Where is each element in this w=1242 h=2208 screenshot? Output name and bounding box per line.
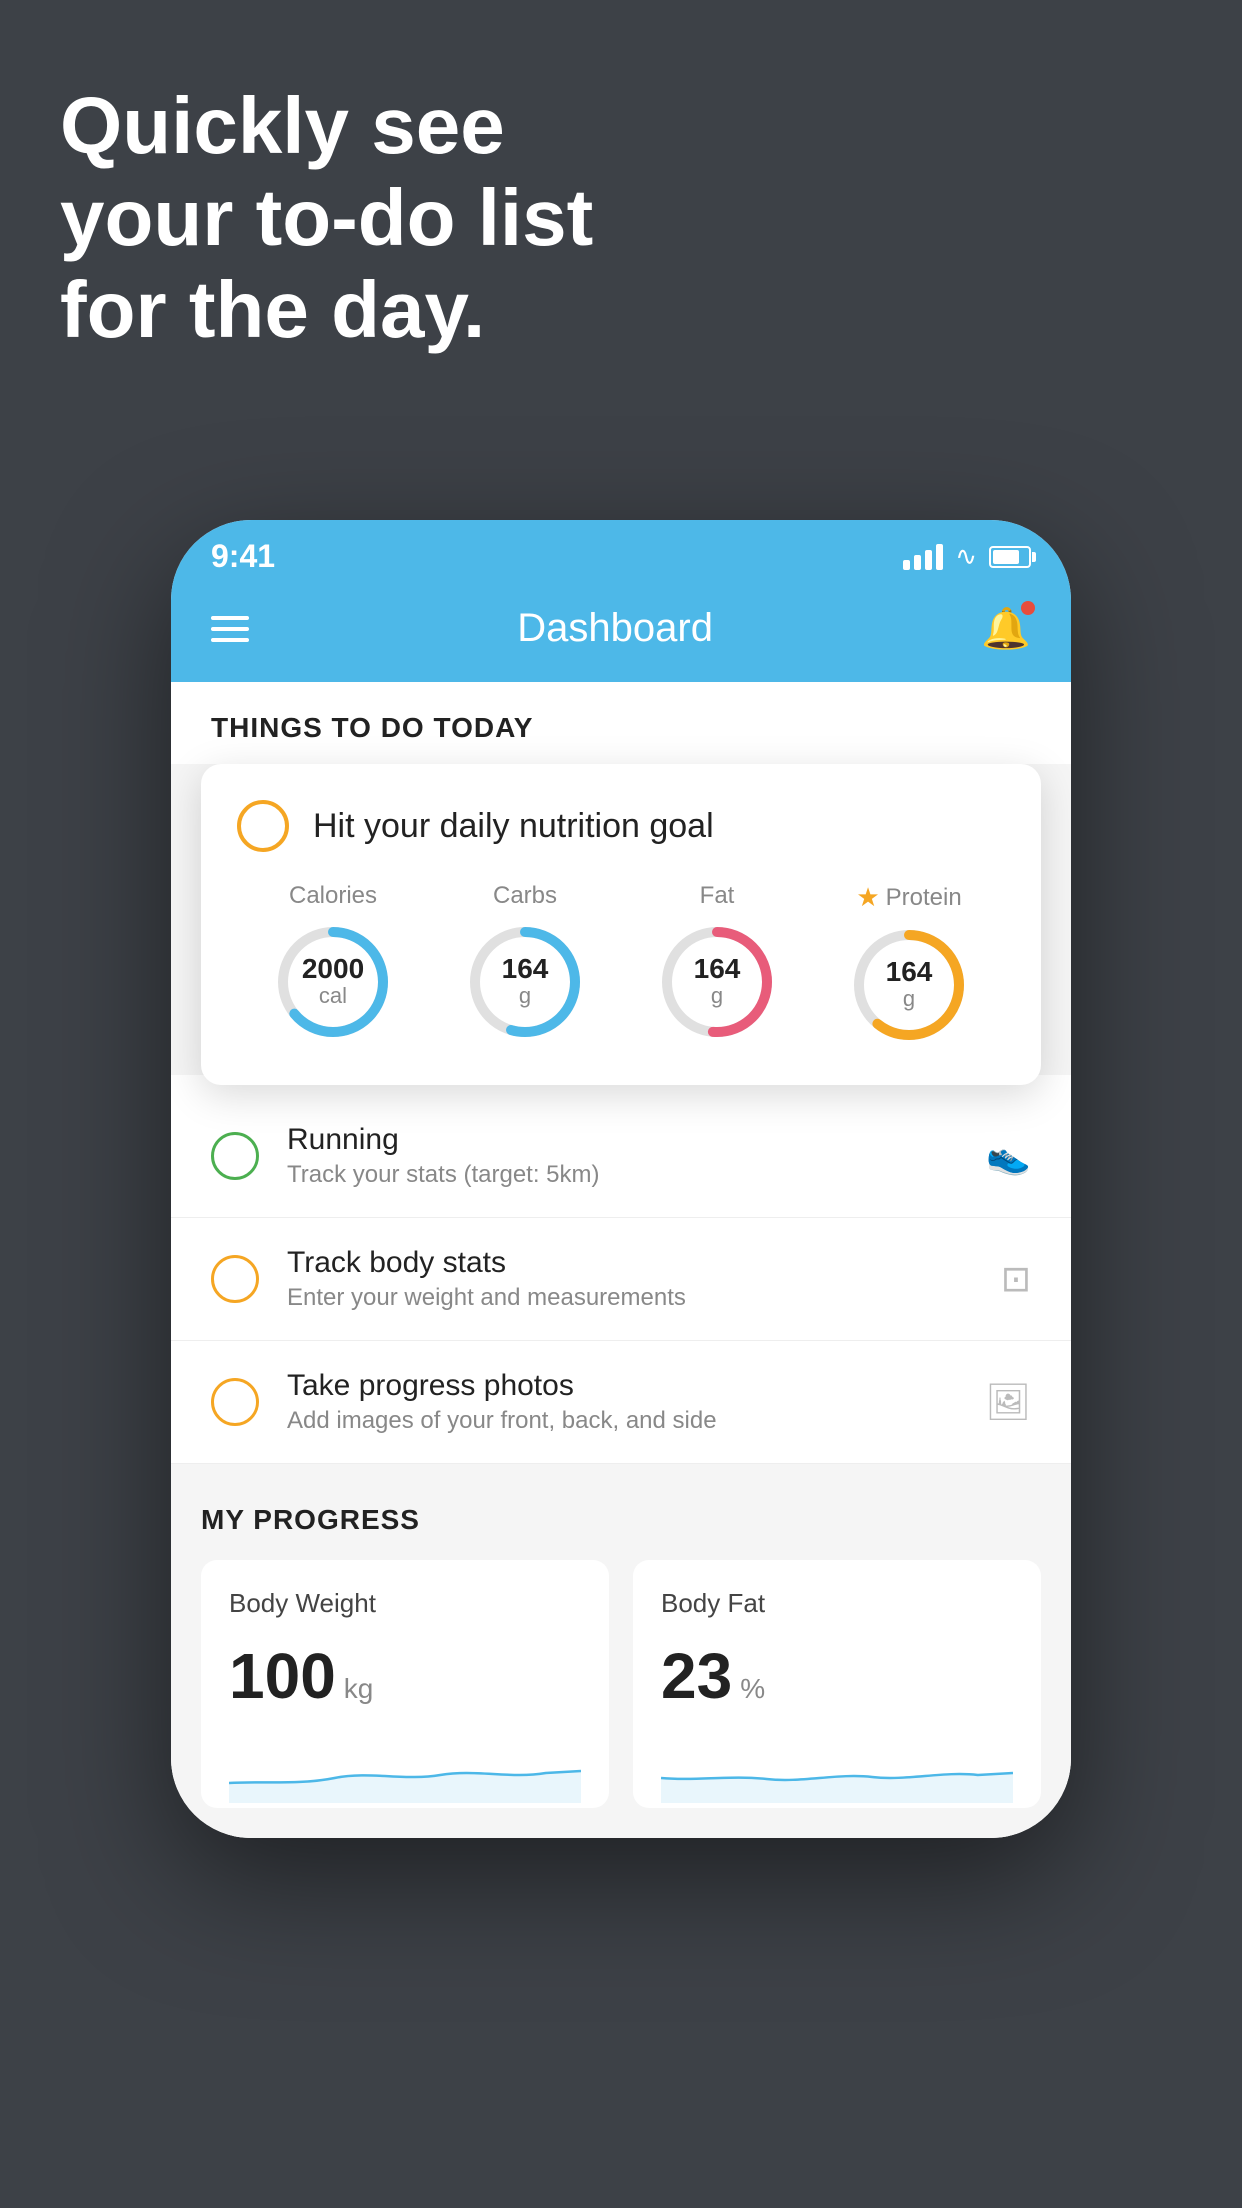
fat-ring: Fat 164 g (657, 882, 777, 1042)
carbs-value-container: 164 g (502, 955, 549, 1009)
notification-bell[interactable]: 🔔 (981, 605, 1031, 652)
status-icons: ∿ (903, 541, 1031, 572)
running-icon: 👟 (986, 1135, 1031, 1177)
body-weight-card[interactable]: Body Weight 100 kg (201, 1560, 609, 1808)
fat-value-container: 164 g (694, 955, 741, 1009)
body-fat-title: Body Fat (661, 1588, 1013, 1619)
battery-icon (989, 546, 1031, 568)
carbs-ring-container: 164 g (465, 922, 585, 1042)
todo-subtitle-running: Track your stats (target: 5km) (287, 1161, 958, 1189)
things-today-header: THINGS TO DO TODAY (171, 682, 1071, 764)
photo-icon: 🖼 (985, 1381, 1031, 1423)
protein-label: Protein (886, 884, 962, 912)
todo-title-body-stats: Track body stats (287, 1246, 973, 1280)
nutrition-check-circle[interactable] (237, 800, 289, 852)
todo-text-progress-photos: Take progress photos Add images of your … (287, 1369, 957, 1435)
protein-value: 164 (886, 958, 933, 986)
protein-unit: g (886, 986, 933, 1012)
carbs-unit: g (502, 983, 549, 1009)
progress-section: MY PROGRESS Body Weight 100 kg B (171, 1464, 1071, 1838)
nutrition-card: Hit your daily nutrition goal Calories 2… (201, 764, 1041, 1085)
protein-label-container: ★ Protein (856, 882, 961, 913)
body-weight-number: 100 (229, 1639, 336, 1713)
todo-subtitle-progress-photos: Add images of your front, back, and side (287, 1407, 957, 1435)
todo-circle-progress-photos (211, 1378, 259, 1426)
app-header: Dashboard 🔔 (171, 585, 1071, 682)
phone-mockup: 9:41 ∿ Dashboard 🔔 THINGS TO DO TODAY (171, 520, 1071, 1838)
header-title: Dashboard (517, 606, 713, 651)
status-bar: 9:41 ∿ (171, 520, 1071, 585)
todo-item-running[interactable]: Running Track your stats (target: 5km) 👟 (171, 1095, 1071, 1218)
todo-text-body-stats: Track body stats Enter your weight and m… (287, 1246, 973, 1312)
body-fat-sparkline (661, 1743, 1013, 1803)
carbs-value: 164 (502, 955, 549, 983)
calories-value: 2000 (302, 955, 364, 983)
protein-ring: ★ Protein 164 g (849, 882, 969, 1045)
nutrition-card-header: Hit your daily nutrition goal (237, 800, 1005, 852)
body-weight-value-container: 100 kg (229, 1639, 581, 1713)
fat-label: Fat (700, 882, 735, 910)
body-weight-sparkline (229, 1743, 581, 1803)
body-fat-value-container: 23 % (661, 1639, 1013, 1713)
notification-badge (1021, 601, 1035, 615)
calories-ring: Calories 2000 cal (273, 882, 393, 1042)
todo-circle-running (211, 1132, 259, 1180)
star-icon: ★ (856, 882, 879, 913)
carbs-label: Carbs (493, 882, 557, 910)
fat-ring-container: 164 g (657, 922, 777, 1042)
calories-value-container: 2000 cal (302, 955, 364, 1009)
protein-value-container: 164 g (886, 958, 933, 1012)
todo-subtitle-body-stats: Enter your weight and measurements (287, 1284, 973, 1312)
nutrition-rings: Calories 2000 cal Carbs (237, 882, 1005, 1045)
carbs-ring: Carbs 164 g (465, 882, 585, 1042)
status-time: 9:41 (211, 538, 275, 575)
todo-title-running: Running (287, 1123, 958, 1157)
fat-value: 164 (694, 955, 741, 983)
body-weight-title: Body Weight (229, 1588, 581, 1619)
body-weight-unit: kg (344, 1673, 374, 1705)
menu-button[interactable] (211, 616, 249, 642)
calories-label: Calories (289, 882, 377, 910)
todo-circle-body-stats (211, 1255, 259, 1303)
todo-item-body-stats[interactable]: Track body stats Enter your weight and m… (171, 1218, 1071, 1341)
todo-list: Running Track your stats (target: 5km) 👟… (171, 1075, 1071, 1464)
body-fat-unit: % (740, 1673, 765, 1705)
calories-ring-container: 2000 cal (273, 922, 393, 1042)
todo-text-running: Running Track your stats (target: 5km) (287, 1123, 958, 1189)
phone-content: THINGS TO DO TODAY Hit your daily nutrit… (171, 682, 1071, 1838)
wifi-icon: ∿ (955, 541, 977, 572)
fat-unit: g (694, 983, 741, 1009)
scale-icon: ⊡ (1001, 1258, 1031, 1300)
hero-headline: Quickly see your to-do list for the day. (60, 80, 593, 356)
nutrition-card-title: Hit your daily nutrition goal (313, 807, 714, 846)
todo-item-progress-photos[interactable]: Take progress photos Add images of your … (171, 1341, 1071, 1464)
body-fat-number: 23 (661, 1639, 732, 1713)
signal-icon (903, 544, 943, 570)
body-fat-card[interactable]: Body Fat 23 % (633, 1560, 1041, 1808)
protein-ring-container: 164 g (849, 925, 969, 1045)
calories-unit: cal (302, 983, 364, 1009)
todo-title-progress-photos: Take progress photos (287, 1369, 957, 1403)
progress-section-title: MY PROGRESS (201, 1504, 1041, 1536)
progress-cards: Body Weight 100 kg Body Fat 23 % (201, 1560, 1041, 1808)
